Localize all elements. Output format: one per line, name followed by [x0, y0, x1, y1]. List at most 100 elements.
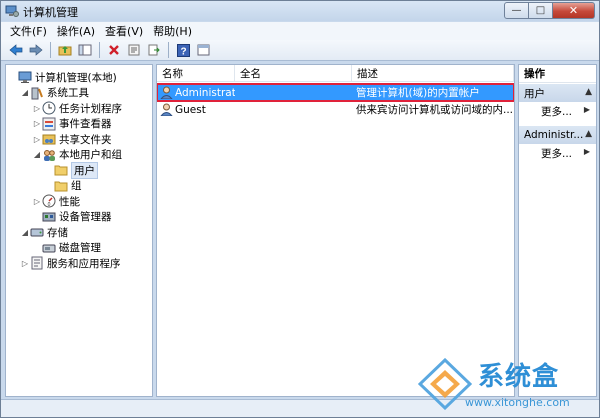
section-label: 用户 — [524, 87, 545, 100]
svg-text:0: 0 — [48, 202, 51, 208]
table-row[interactable]: Guest 供来宾访问计算机或访问域的内... — [157, 101, 514, 118]
user-description: 管理计算机(域)的内置帐户 — [356, 87, 480, 99]
window-controls: — □ ✕ — [504, 2, 595, 20]
table-row[interactable]: Administrat... 管理计算机(域)的内置帐户 — [157, 83, 514, 102]
user-name: Guest — [175, 103, 206, 116]
toolbar-separator — [99, 42, 100, 58]
tree-item[interactable]: ▷ 服务和应用程序 — [20, 255, 121, 271]
delete-icon[interactable] — [105, 41, 123, 59]
actions-section-users[interactable]: 用户 ▲ — [519, 84, 596, 102]
tree-item[interactable]: ◢ 存储 — [20, 224, 68, 240]
maximize-button[interactable]: □ — [529, 2, 553, 19]
tree-item-label: 组 — [71, 180, 82, 192]
user-icon — [160, 101, 174, 118]
tree-item[interactable]: 用户 — [44, 161, 98, 179]
user-icon — [160, 84, 174, 101]
more-actions-label: 更多... — [541, 105, 573, 118]
folder-icon — [54, 163, 68, 177]
collapse-caret-icon[interactable]: ▲ — [585, 129, 592, 139]
tree-item[interactable]: ▷ 共享文件夹 — [32, 131, 112, 147]
tree-item[interactable]: 设备管理器 — [32, 209, 112, 225]
menu-help[interactable]: 帮助(H) — [148, 23, 197, 39]
computer-management-icon — [5, 4, 19, 18]
menu-bar: 文件(F) 操作(A) 查看(V) 帮助(H) — [1, 22, 599, 40]
site-watermark: 系统盒 www.xitonghe.com — [410, 352, 600, 416]
back-icon[interactable] — [7, 41, 25, 59]
tree-item-label: 磁盘管理 — [59, 242, 101, 254]
tree-item[interactable]: ▷ 事件查看器 — [32, 116, 112, 132]
users-icon — [42, 148, 56, 162]
up-folder-icon[interactable] — [56, 41, 74, 59]
expand-arrow-icon[interactable]: ▷ — [32, 131, 42, 147]
view-pane-icon[interactable] — [194, 41, 212, 59]
show-hide-tree-icon[interactable] — [76, 41, 94, 59]
tree-item-label: 本地用户和组 — [59, 149, 122, 161]
watermark-url: www.xitonghe.com — [465, 396, 570, 409]
tree-item-label: 事件查看器 — [59, 118, 112, 130]
tree-item-label: 计算机管理(本地) — [35, 71, 117, 84]
submenu-arrow-icon: ▶ — [583, 147, 590, 156]
event-viewer-icon — [42, 117, 56, 131]
help-icon[interactable]: ? — [174, 41, 192, 59]
menu-view[interactable]: 查看(V) — [100, 23, 148, 39]
folder-icon — [54, 179, 68, 193]
expand-arrow-icon[interactable]: ▷ — [32, 193, 42, 209]
toolbar-separator — [50, 42, 51, 58]
actions-section-administrator[interactable]: Administr... ▲ — [519, 126, 596, 144]
watermark-logo-icon — [418, 358, 472, 410]
column-header-description[interactable]: 描述 — [352, 65, 514, 82]
user-name: Administrat... — [175, 86, 235, 99]
tree-item[interactable]: 计算机管理(本地) — [8, 69, 117, 85]
computer-icon — [18, 70, 32, 84]
user-fullname — [239, 101, 349, 118]
tree-item-label: 共享文件夹 — [59, 133, 112, 146]
user-fullname — [239, 84, 349, 101]
tree-item[interactable]: ▷ 任务计划程序 — [32, 100, 122, 116]
disk-icon — [42, 241, 56, 255]
collapse-arrow-icon[interactable]: ◢ — [20, 85, 30, 101]
menu-file[interactable]: 文件(F) — [5, 23, 52, 39]
close-button[interactable]: ✕ — [553, 2, 595, 19]
expand-arrow-icon[interactable]: ▷ — [32, 116, 42, 132]
tree-item-label: 任务计划程序 — [59, 102, 122, 115]
watermark-name: 系统盒 — [478, 362, 560, 392]
device-manager-icon — [42, 210, 56, 224]
tree-item-label: 设备管理器 — [59, 211, 112, 223]
expand-arrow-icon[interactable]: ▷ — [20, 255, 30, 271]
actions-title: 操作 — [519, 65, 596, 83]
export-list-icon[interactable] — [145, 41, 163, 59]
tree-item[interactable]: ◢ 系统工具 — [20, 85, 89, 101]
console-tree[interactable]: 计算机管理(本地) ◢ 系统工具 ▷ 任务计划程序 ▷ 事件查看器 ▷ 共享文件夹 ◢ 本地用户和组… — [5, 64, 153, 397]
services-icon — [30, 256, 44, 270]
tree-item[interactable]: 磁盘管理 — [32, 240, 101, 256]
collapse-arrow-icon[interactable]: ◢ — [32, 147, 42, 163]
more-actions-users[interactable]: 更多... ▶ — [519, 103, 596, 119]
tree-item-label: 系统工具 — [47, 87, 89, 99]
column-header-fullname[interactable]: 全名 — [235, 65, 352, 82]
tools-icon — [30, 86, 44, 100]
title-bar[interactable]: 计算机管理 — □ ✕ — [1, 1, 599, 21]
user-list[interactable]: 名称 全名 描述 Administrat... 管理计算机(域)的内置帐户 Gues… — [156, 64, 515, 397]
toolbar-separator — [168, 42, 169, 58]
forward-icon[interactable] — [27, 41, 45, 59]
performance-icon: 0 — [42, 194, 56, 208]
minimize-button[interactable]: — — [504, 2, 529, 19]
user-description: 供来宾访问计算机或访问域的内... — [356, 104, 512, 116]
more-actions-administrator[interactable]: 更多... ▶ — [519, 145, 596, 161]
collapse-arrow-icon[interactable]: ◢ — [20, 224, 30, 240]
expand-arrow-icon[interactable]: ▷ — [32, 100, 42, 116]
tree-item[interactable]: ▷ 0 性能 — [32, 193, 80, 209]
properties-icon[interactable] — [125, 41, 143, 59]
clock-icon — [42, 101, 56, 115]
collapse-caret-icon[interactable]: ▲ — [585, 87, 592, 97]
tree-item-label: 存储 — [47, 226, 68, 239]
column-header-name[interactable]: 名称 — [157, 65, 235, 82]
section-label: Administr... — [524, 129, 584, 141]
more-actions-label: 更多... — [541, 147, 573, 160]
tree-item[interactable]: ◢ 本地用户和组 — [32, 147, 122, 163]
tree-item[interactable]: 组 — [44, 178, 82, 194]
menu-action[interactable]: 操作(A) — [52, 23, 100, 39]
